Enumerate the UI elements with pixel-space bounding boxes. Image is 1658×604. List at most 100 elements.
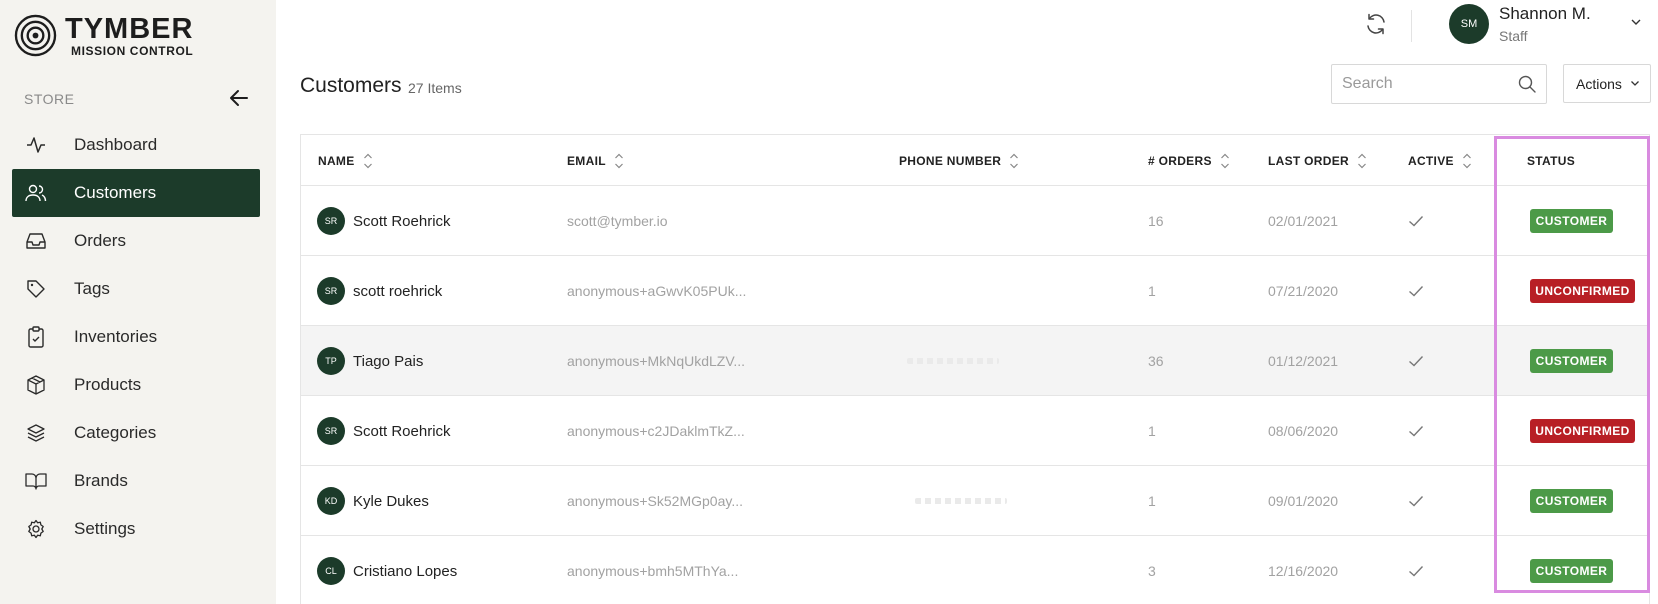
- status-cell: CUSTOMER: [1530, 186, 1613, 256]
- sidebar-item-orders[interactable]: Orders: [12, 217, 260, 265]
- sort-icon: [1462, 152, 1472, 170]
- sidebar-item-inventories[interactable]: Inventories: [12, 313, 260, 361]
- inbox-icon: [25, 230, 47, 252]
- arrow-left-icon: [230, 90, 248, 106]
- sidebar-item-categories[interactable]: Categories: [12, 409, 260, 457]
- sidebar-item-label: Brands: [74, 471, 128, 490]
- email-cell: anonymous+c2JDaklmTkZ...: [567, 423, 745, 439]
- avatar: SR: [317, 417, 345, 445]
- sort-icon: [1220, 152, 1230, 170]
- brand-title: TYMBER: [65, 12, 194, 45]
- customer-name-cell: SR Scott Roehrick: [317, 396, 451, 466]
- customer-name[interactable]: scott roehrick: [353, 283, 442, 300]
- status-cell: UNCONFIRMED: [1530, 256, 1635, 326]
- email-cell: anonymous+bmh5MThYa...: [567, 563, 739, 579]
- column-header-status[interactable]: STATUS: [1527, 135, 1575, 186]
- orders-cell: 36: [1148, 353, 1164, 369]
- layers-icon: [25, 422, 47, 444]
- sidebar-item-products[interactable]: Products: [12, 361, 260, 409]
- active-check-icon: [1408, 186, 1424, 256]
- status-badge: CUSTOMER: [1530, 559, 1613, 583]
- header-divider: [1411, 10, 1412, 42]
- users-icon: [25, 182, 47, 204]
- sidebar-item-label: Inventories: [74, 327, 158, 346]
- customer-name-cell: SR Scott Roehrick: [317, 186, 451, 256]
- chevron-down-icon: [1630, 81, 1639, 86]
- box-icon: [25, 374, 47, 396]
- user-menu[interactable]: SM Shannon M. Staff: [1449, 4, 1591, 44]
- customer-name[interactable]: Tiago Pais: [353, 353, 423, 370]
- gear-icon: [25, 518, 47, 540]
- tymber-logo[interactable]: TYMBER MISSION CONTROL: [14, 14, 193, 57]
- active-check-icon: [1408, 536, 1424, 604]
- column-header-phone[interactable]: PHONE NUMBER: [899, 135, 1019, 186]
- customer-name[interactable]: Scott Roehrick: [353, 423, 451, 440]
- table-row[interactable]: SR Scott Roehrick scott@tymber.io 16 02/…: [301, 186, 1649, 256]
- column-label: EMAIL: [567, 153, 606, 168]
- email-cell: anonymous+Sk52MGp0ay...: [567, 493, 744, 509]
- orders-cell: 3: [1148, 563, 1156, 579]
- sidebar-item-label: Orders: [74, 231, 126, 250]
- last-order-cell: 02/01/2021: [1268, 213, 1339, 229]
- customer-name-cell: CL Cristiano Lopes: [317, 536, 457, 604]
- refresh-button[interactable]: [1364, 12, 1388, 36]
- table-row[interactable]: KD Kyle Dukes anonymous+Sk52MGp0ay... 1 …: [301, 466, 1649, 536]
- avatar: SR: [317, 277, 345, 305]
- sidebar-nav: Dashboard Customers Orders Tags Inventor…: [12, 121, 260, 553]
- email-cell: scott@tymber.io: [567, 213, 668, 229]
- sidebar-item-label: Categories: [74, 423, 157, 442]
- sidebar-item-customers[interactable]: Customers: [12, 169, 260, 217]
- section-label-store: STORE: [24, 91, 75, 107]
- search-input[interactable]: [1332, 65, 1502, 103]
- search-icon[interactable]: [1518, 75, 1536, 93]
- sidebar-item-label: Products: [74, 375, 142, 394]
- status-cell: CUSTOMER: [1530, 326, 1613, 396]
- column-label: LAST ORDER: [1268, 153, 1349, 168]
- table-row[interactable]: TP Tiago Pais anonymous+MkNqUkdLZV... 36…: [301, 326, 1649, 396]
- sidebar-item-label: Tags: [74, 279, 110, 298]
- chevron-down-icon[interactable]: [1630, 18, 1642, 26]
- customer-name[interactable]: Cristiano Lopes: [353, 563, 457, 580]
- status-badge: UNCONFIRMED: [1530, 419, 1635, 443]
- customer-name[interactable]: Scott Roehrick: [353, 213, 451, 230]
- sidebar-item-settings[interactable]: Settings: [12, 505, 260, 553]
- status-badge: UNCONFIRMED: [1530, 279, 1635, 303]
- sort-icon: [614, 152, 624, 170]
- actions-dropdown[interactable]: Actions: [1563, 64, 1651, 103]
- sort-icon: [1357, 152, 1367, 170]
- column-header-name[interactable]: NAME: [318, 135, 373, 186]
- brand-subtitle: MISSION CONTROL: [71, 43, 194, 58]
- column-header-active[interactable]: ACTIVE: [1408, 135, 1472, 186]
- orders-cell: 1: [1148, 283, 1156, 299]
- table-row[interactable]: SR Scott Roehrick anonymous+c2JDaklmTkZ.…: [301, 396, 1649, 466]
- column-header-last-order[interactable]: LAST ORDER: [1268, 135, 1367, 186]
- column-header-orders[interactable]: # ORDERS: [1148, 135, 1230, 186]
- activity-icon: [25, 134, 47, 156]
- customer-name[interactable]: Kyle Dukes: [353, 493, 429, 510]
- table-row[interactable]: CL Cristiano Lopes anonymous+bmh5MThYa..…: [301, 536, 1649, 604]
- sidebar-item-dashboard[interactable]: Dashboard: [12, 121, 260, 169]
- status-cell: CUSTOMER: [1530, 536, 1613, 604]
- table-header: NAME EMAIL PHONE NUMBER # ORDERS LAST OR…: [301, 135, 1649, 186]
- sidebar-item-tags[interactable]: Tags: [12, 265, 260, 313]
- collapse-sidebar-button[interactable]: [226, 86, 252, 110]
- sidebar: TYMBER MISSION CONTROL STORE Dashboard C…: [0, 0, 276, 604]
- email-cell: anonymous+MkNqUkdLZV...: [567, 353, 746, 369]
- sidebar-item-label: Customers: [74, 183, 157, 202]
- column-header-email[interactable]: EMAIL: [567, 135, 624, 186]
- column-label: NAME: [318, 153, 355, 168]
- sidebar-item-brands[interactable]: Brands: [12, 457, 260, 505]
- customer-name-cell: KD Kyle Dukes: [317, 466, 429, 536]
- status-badge: CUSTOMER: [1530, 209, 1613, 233]
- active-check-icon: [1408, 256, 1424, 326]
- avatar: SM: [1449, 4, 1489, 44]
- logo-rings-icon: [14, 14, 57, 57]
- book-icon: [25, 470, 47, 492]
- phone-cell-redacted: [915, 466, 1007, 536]
- table-row[interactable]: SR scott roehrick anonymous+aGwvK05PUk..…: [301, 256, 1649, 326]
- item-count: 27 Items: [408, 80, 462, 96]
- column-label: ACTIVE: [1408, 153, 1454, 168]
- search-box: [1331, 64, 1547, 104]
- customers-table: NAME EMAIL PHONE NUMBER # ORDERS LAST OR…: [300, 134, 1650, 604]
- last-order-cell: 08/06/2020: [1268, 423, 1339, 439]
